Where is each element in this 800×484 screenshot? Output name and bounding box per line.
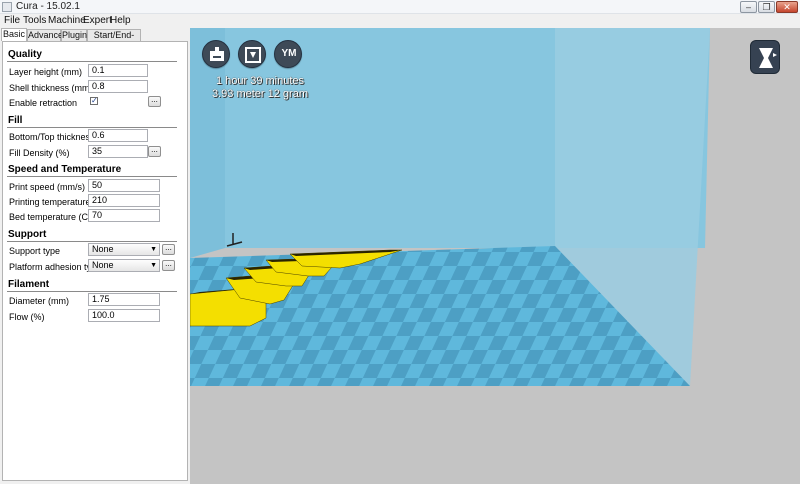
section-divider (7, 61, 177, 62)
print-time-text: 1 hour 39 minutes (215, 75, 305, 87)
enable-retraction-label: Enable retraction (9, 98, 78, 108)
layer-height-input[interactable]: 0.1 (88, 64, 148, 77)
enable-retraction-checkbox[interactable]: ✓ (90, 97, 98, 105)
tab-start-end-gcode[interactable]: Start/End-GCode (87, 29, 141, 51)
flow-input[interactable]: 100.0 (88, 309, 160, 322)
adhesion-more-button[interactable]: ... (162, 260, 175, 271)
diameter-label: Diameter (mm) (9, 296, 69, 306)
retraction-more-button[interactable]: ... (148, 96, 161, 107)
tab-advanced[interactable]: Advanced (27, 29, 68, 41)
ym-label: YM (281, 48, 297, 59)
diameter-input[interactable]: 1.75 (88, 293, 160, 306)
shell-thickness-input[interactable]: 0.8 (88, 80, 148, 93)
section-divider (7, 176, 177, 177)
3d-viewport[interactable]: YM 1 hour 39 minutes 3.93 meter 12 gram (190, 28, 800, 484)
section-support: Support (8, 229, 47, 240)
tab-basic[interactable]: Basic (1, 28, 27, 41)
printing-temperature-input[interactable]: 210 (88, 194, 160, 207)
tab-plugins[interactable]: Plugins (61, 29, 92, 41)
support-type-value: None (92, 244, 114, 254)
menu-file[interactable]: File (4, 15, 20, 26)
settings-tabs: Basic Advanced Plugins Start/End-GCode (0, 28, 190, 51)
print-speed-label: Print speed (mm/s) (9, 182, 86, 192)
basic-settings: Quality Layer height (mm) 0.1 Shell thic… (2, 41, 188, 481)
menu-expert[interactable]: Expert (83, 15, 112, 26)
fill-more-button[interactable]: ... (148, 146, 161, 157)
platform-adhesion-value: None (92, 260, 114, 270)
section-filament: Filament (8, 279, 50, 290)
view-mode-icon[interactable] (750, 40, 780, 74)
restore-icon[interactable]: ❐ (758, 1, 775, 13)
window-title: Cura - 15.02.1 (16, 1, 80, 12)
section-divider (7, 291, 177, 292)
support-type-select[interactable]: None ▼ (88, 243, 160, 256)
support-type-label: Support type (9, 246, 61, 256)
load-model-icon[interactable] (202, 40, 230, 68)
section-divider (7, 127, 177, 128)
support-more-button[interactable]: ... (162, 244, 175, 255)
menu-tools[interactable]: Tools (23, 15, 46, 26)
chevron-down-icon: ▼ (150, 246, 157, 253)
section-divider (7, 241, 177, 242)
section-fill: Fill (8, 115, 23, 126)
menu-machine[interactable]: Machine (48, 15, 86, 26)
print-speed-input[interactable]: 50 (88, 179, 160, 192)
section-speed-temperature: Speed and Temperature (8, 164, 122, 175)
flow-label: Flow (%) (9, 312, 45, 322)
cura-app-icon (2, 2, 12, 12)
title-bar: Cura - 15.02.1 – ❐ ✕ (0, 0, 800, 14)
ym-account-icon[interactable]: YM (274, 40, 302, 68)
settings-panel: Basic Advanced Plugins Start/End-GCode Q… (0, 28, 190, 484)
bed-temperature-input[interactable]: 70 (88, 209, 160, 222)
section-quality: Quality (8, 49, 42, 60)
fill-density-label: Fill Density (%) (9, 148, 70, 158)
layer-height-label: Layer height (mm) (9, 67, 83, 77)
minimize-icon[interactable]: – (740, 1, 757, 13)
chevron-down-icon: ▼ (150, 262, 157, 269)
platform-adhesion-select[interactable]: None ▼ (88, 259, 160, 272)
shell-thickness-label: Shell thickness (mm) (9, 83, 93, 93)
fill-density-input[interactable]: 35 (88, 145, 148, 158)
close-icon[interactable]: ✕ (776, 1, 798, 13)
bottom-top-thickness-input[interactable]: 0.6 (88, 129, 148, 142)
menu-bar: File Tools Machine Expert Help (0, 14, 800, 28)
bed-temperature-label: Bed temperature (C) (9, 212, 92, 222)
menu-help[interactable]: Help (110, 15, 131, 26)
material-usage-text: 3.93 meter 12 gram (212, 88, 308, 100)
save-toolpath-icon[interactable] (238, 40, 266, 68)
